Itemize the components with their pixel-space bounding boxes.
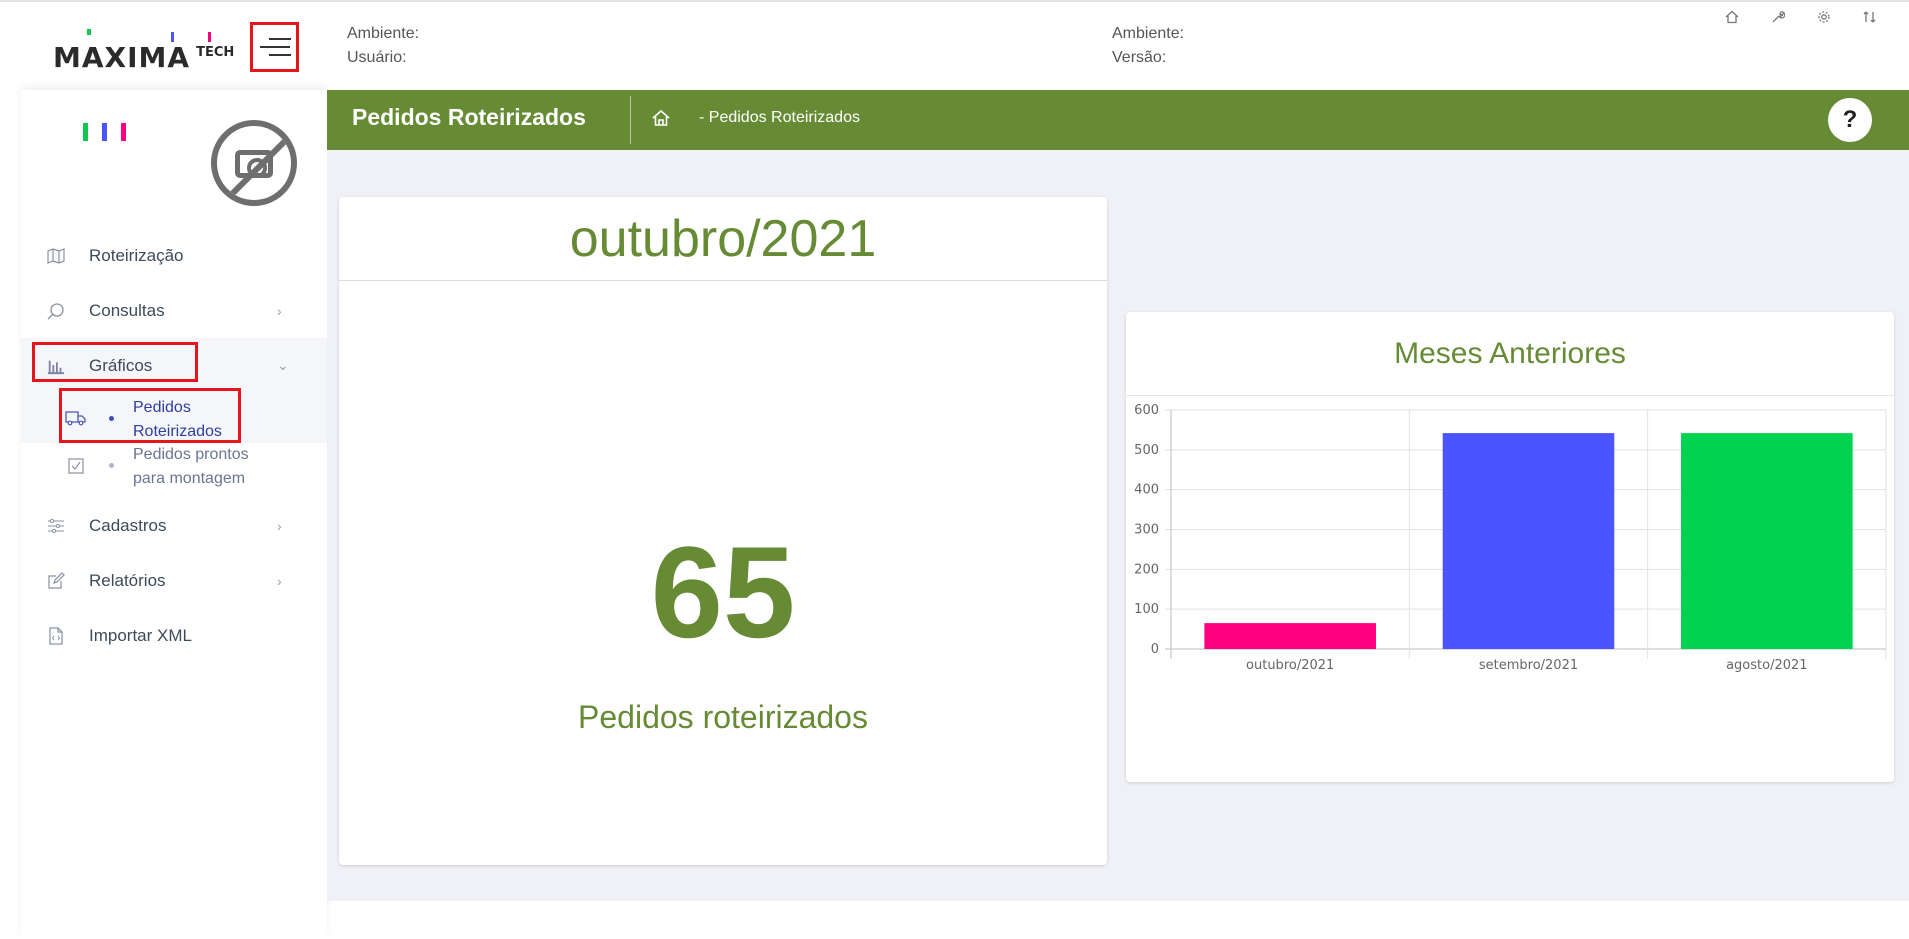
chevron-right-icon: › (277, 572, 282, 589)
sidebar-item-label: Importar XML (89, 625, 192, 645)
x-tick-label: outubro/2021 (1246, 658, 1334, 673)
y-tick-label: 200 (1134, 562, 1159, 577)
x-tick-label: agosto/2021 (1726, 658, 1807, 673)
logo-sub-text: TECH (196, 45, 235, 60)
main-content: Pedidos Roteirizados - Pedidos Roteiriza… (327, 90, 1909, 901)
y-tick-label: 100 (1134, 602, 1159, 617)
map-icon (47, 247, 65, 265)
chevron-right-icon: › (277, 302, 282, 319)
bar-outubro-2021 (1204, 623, 1376, 649)
user-label: Usuário: (347, 49, 407, 66)
chevron-down-icon: ⌄ (277, 357, 289, 373)
submenu-graficos: Pedidos Roteirizados (21, 393, 327, 443)
sidebar-item-relatorios[interactable]: Relatórios › (21, 553, 327, 608)
chart-title: Meses Anteriores (1126, 312, 1894, 396)
sidebar-item-label: Relatórios (89, 570, 166, 590)
sidebar-item-label: Roteirização (89, 245, 184, 265)
sidebar-item-label: Cadastros (89, 515, 167, 535)
edit-icon (47, 571, 65, 590)
no-photo-avatar[interactable] (211, 120, 297, 206)
search-icon (47, 302, 65, 320)
sidebar-item-graficos[interactable]: Gráficos ⌄ (21, 338, 327, 393)
sidebar-item-consultas[interactable]: Consultas › (21, 283, 327, 338)
inactive-dot (109, 463, 114, 468)
titlebar-divider (630, 96, 631, 144)
logo-main-text: MAXIMA (53, 41, 191, 74)
truck-icon (65, 409, 87, 427)
previous-months-card: Meses Anteriores 0 100 200 300 400 500 600 outu… (1126, 312, 1894, 782)
checkbox-icon (65, 457, 87, 475)
help-button[interactable]: ? (1828, 98, 1872, 142)
avatar-accent-bars (83, 123, 129, 141)
page-titlebar: Pedidos Roteirizados - Pedidos Roteiriza… (327, 90, 1909, 150)
file-code-icon (47, 626, 65, 645)
y-tick-label: 500 (1134, 443, 1159, 458)
sliders-icon (47, 517, 65, 535)
env-label: Ambiente: (1112, 25, 1185, 42)
header-toolbar (1721, 6, 1881, 28)
bar-agosto-2021 (1681, 433, 1853, 649)
current-month-card: outubro/2021 65 Pedidos roteirizados (339, 197, 1107, 865)
submenu-item-pedidos-roteirizados[interactable]: Pedidos Roteirizados (21, 393, 327, 443)
avatar-slash (218, 132, 291, 200)
sidebar-item-label: Consultas (89, 300, 165, 320)
y-tick-label: 400 (1134, 483, 1159, 498)
current-month-title: outubro/2021 (339, 197, 1107, 281)
orders-count: 65 (650, 519, 796, 665)
gear-icon[interactable] (1813, 6, 1835, 28)
shuffle-icon[interactable] (1859, 6, 1881, 28)
menu-toggle-button[interactable] (250, 22, 299, 72)
breadcrumb[interactable]: - Pedidos Roteirizados (699, 109, 860, 127)
home-icon[interactable] (651, 108, 673, 130)
version-label: Versão: (1112, 49, 1167, 66)
env-label: Ambiente: (347, 25, 420, 42)
sidebar-item-label: Gráficos (89, 355, 153, 375)
x-tick-label: setembro/2021 (1479, 658, 1578, 673)
home-icon[interactable] (1721, 6, 1743, 28)
env-info-left: Ambiente: Usuário: (347, 22, 419, 70)
hamburger-line (268, 38, 291, 40)
wrench-icon[interactable] (1767, 6, 1789, 28)
submenu-item-label: Pedidos prontos para montagem (133, 446, 249, 487)
y-tick-label: 300 (1134, 523, 1159, 538)
logo-accent-bars (171, 32, 211, 42)
sidebar-item-roteirizacao[interactable]: Roteirização (21, 228, 327, 283)
bar-chart: 0 100 200 300 400 500 600 outubro/2021 setembro/… (1134, 403, 1887, 673)
submenu-item-pedidos-prontos[interactable]: Pedidos prontos para montagem (21, 443, 327, 495)
sidebar: Roteirização Consultas › Gráficos ⌄ Pedi… (21, 90, 327, 939)
top-header: MAXIMA TECH Ambiente: Usuário: Ambiente:… (21, 2, 1909, 90)
logo-accent-mark (87, 29, 91, 35)
chevron-right-icon: › (277, 517, 282, 534)
hamburger-line (259, 46, 290, 48)
active-dot (109, 416, 114, 421)
y-tick-label: 600 (1134, 403, 1159, 418)
page-title: Pedidos Roteirizados (352, 104, 586, 130)
sidebar-nav: Roteirização Consultas › Gráficos ⌄ Pedi… (21, 228, 327, 663)
sidebar-item-importar-xml[interactable]: Importar XML (21, 608, 327, 663)
submenu-item-label: Pedidos Roteirizados (133, 399, 222, 440)
hamburger-line (268, 54, 291, 56)
orders-count-label: Pedidos roteirizados (578, 699, 868, 735)
env-info-right: Ambiente: Versão: (1112, 22, 1184, 70)
y-tick-label: 0 (1151, 642, 1159, 657)
bar-chart-icon (47, 357, 65, 375)
sidebar-item-cadastros[interactable]: Cadastros › (21, 498, 327, 553)
bar-setembro-2021 (1442, 433, 1615, 649)
